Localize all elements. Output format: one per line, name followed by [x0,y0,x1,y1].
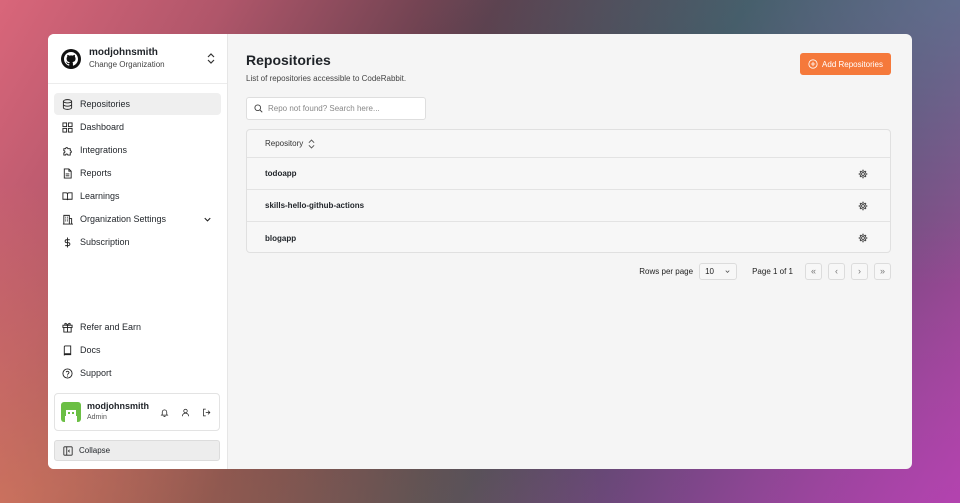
sidebar-item-dashboard[interactable]: Dashboard [54,116,221,138]
pagination: Rows per page 10 Page 1 of 1 « ‹ › » [639,262,891,280]
page-info: Page 1 of 1 [752,266,793,276]
user-role: Admin [87,413,107,421]
first-page-button[interactable]: « [805,262,822,280]
chevrons-left-icon: « [810,266,816,276]
repo-name[interactable]: blogapp [265,234,858,243]
file-icon [63,167,72,179]
database-icon [62,98,73,110]
table-row[interactable]: todoapp [247,158,890,190]
column-header-repository: Repository [265,139,304,148]
last-page-button[interactable]: » [874,262,891,280]
chevron-left-icon: ‹ [835,266,838,276]
main-content: Repositories List of repositories access… [228,34,912,469]
sidebar-item-refer-and-earn[interactable]: Refer and Earn [54,316,221,338]
gear-icon[interactable] [858,169,868,179]
org-subtitle: Change Organization [89,60,165,69]
sidebar-item-integrations[interactable]: Integrations [54,139,221,161]
search-input[interactable] [268,104,418,113]
sidebar-item-label: Support [80,368,112,378]
add-repositories-button[interactable]: Add Repositories [800,53,891,75]
book-open-icon [62,191,73,200]
org-name: modjohnsmith [89,47,158,58]
sidebar-collapse-icon [63,445,73,456]
gear-icon[interactable] [858,201,868,211]
logout-icon[interactable] [199,405,213,419]
chevron-down-icon [725,269,730,273]
sidebar-item-support[interactable]: Support [54,362,221,384]
sidebar-item-label: Integrations [80,145,128,155]
chevron-up-down-icon[interactable] [205,52,217,66]
table-row[interactable]: skills-hello-github-actions [247,190,890,222]
secondary-nav: Refer and Earn Docs Support [54,316,221,385]
bell-icon[interactable] [157,405,171,419]
rows-per-page-label: Rows per page [639,266,694,276]
sidebar-item-label: Organization Settings [80,214,167,224]
search-icon [254,104,263,113]
collapse-button[interactable]: Collapse [54,440,220,461]
sidebar-item-label: Docs [80,345,101,355]
rows-per-page-select[interactable]: 10 [699,262,738,280]
table-row[interactable]: blogapp [247,222,890,252]
sidebar-item-organization-settings[interactable]: Organization Settings [54,208,221,230]
sidebar-item-reports[interactable]: Reports [54,162,221,184]
repo-name[interactable]: skills-hello-github-actions [265,201,858,210]
chevrons-right-icon: » [879,266,885,276]
rows-per-page-value: 10 [705,266,714,276]
org-switcher[interactable]: modjohnsmith Change Organization [48,34,227,84]
dollar-icon [64,236,71,248]
plus-circle-icon [808,59,818,69]
page-subtitle: List of repositories accessible to CodeR… [246,74,407,83]
sidebar-item-label: Subscription [80,237,130,247]
book-icon [63,344,72,356]
gift-icon [62,322,73,333]
sidebar-item-repositories[interactable]: Repositories [54,93,221,115]
user-name: modjohnsmith [87,400,149,411]
chevron-right-icon: › [858,266,861,276]
next-page-button[interactable]: › [851,262,868,280]
user-card: modjohnsmith Admin [54,393,220,431]
main-nav: Repositories Dashboard Integrations Repo… [48,84,227,253]
page-title: Repositories [246,52,331,68]
sidebar-item-label: Learnings [80,191,120,201]
app-window: modjohnsmith Change Organization Reposit… [48,34,912,469]
sidebar-item-label: Dashboard [80,122,125,132]
sidebar-item-label: Repositories [80,99,131,109]
prev-page-button[interactable]: ‹ [828,262,845,280]
chevron-down-icon[interactable] [202,214,213,225]
repositories-table: Repository todoapp skills-hello-github-a… [246,129,891,253]
user-icon[interactable] [178,405,192,419]
github-icon [61,48,81,69]
puzzle-icon [63,146,72,156]
avatar [61,402,81,422]
sidebar-item-label: Refer and Earn [80,322,142,332]
grid-icon [62,121,73,133]
repo-name[interactable]: todoapp [265,169,858,178]
collapse-label: Collapse [79,446,111,455]
gear-icon[interactable] [858,233,868,243]
sidebar-item-learnings[interactable]: Learnings [54,185,221,207]
sort-icon[interactable] [308,138,315,149]
sidebar: modjohnsmith Change Organization Reposit… [48,34,228,469]
search-box[interactable] [246,97,426,120]
help-icon [62,367,73,379]
table-header[interactable]: Repository [247,130,890,158]
add-repositories-label: Add Repositories [822,59,883,69]
building-icon [62,214,73,225]
sidebar-item-subscription[interactable]: Subscription [54,231,221,253]
sidebar-item-docs[interactable]: Docs [54,339,221,361]
sidebar-item-label: Reports [80,168,112,178]
